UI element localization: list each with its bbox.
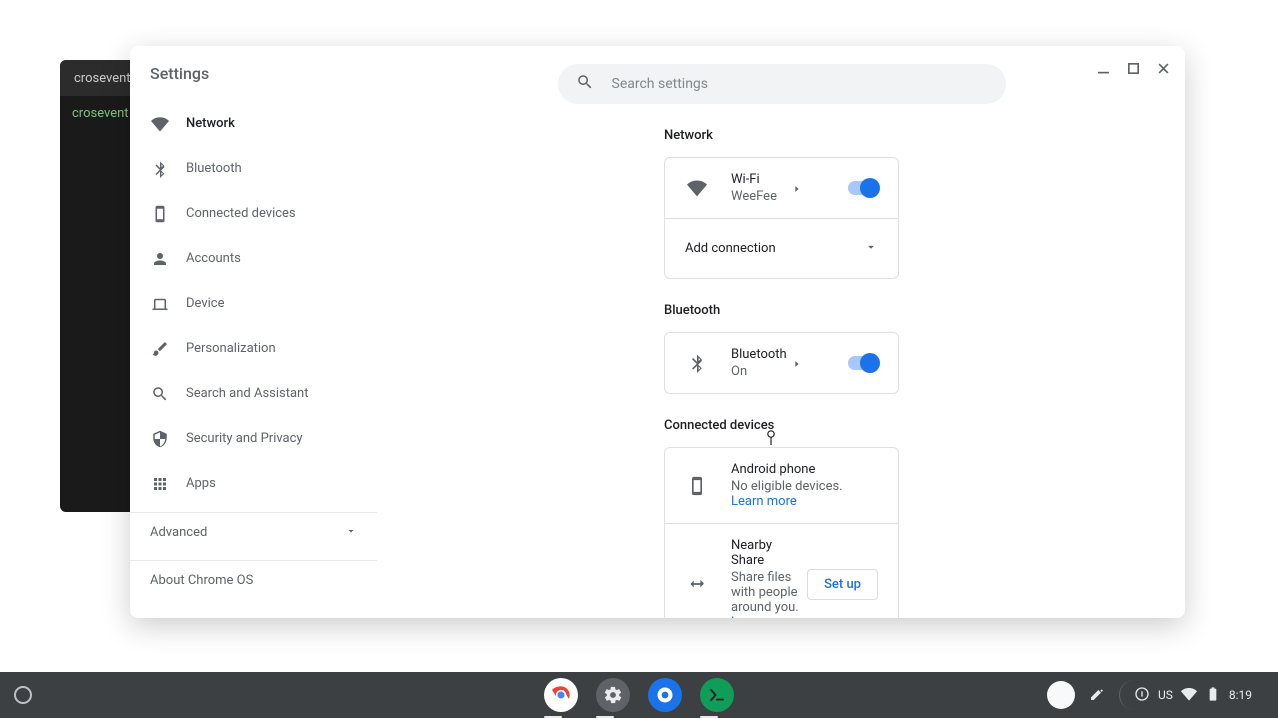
sidebar-item-device[interactable]: Device [130, 281, 377, 326]
bluetooth-icon [150, 159, 170, 179]
connected-devices-card: Android phone No eligible devices. Learn… [664, 447, 899, 618]
sidebar-item-bluetooth[interactable]: Bluetooth [130, 146, 377, 191]
notifications-icon [1134, 686, 1150, 705]
wifi-row[interactable]: Wi-Fi WeeFee [665, 158, 898, 218]
nearby-share-icon [685, 572, 709, 596]
chevron-right-icon [792, 354, 812, 373]
terminal-title: crosevents [74, 71, 137, 86]
sidebar-item-label: Personalization [186, 341, 276, 356]
app-settings[interactable] [596, 678, 630, 712]
bluetooth-card: Bluetooth On [664, 332, 899, 394]
android-phone-sub: No eligible devices. Learn more [731, 479, 878, 509]
page-title: Settings [130, 64, 377, 101]
learn-more-link[interactable]: Learn more [731, 494, 797, 509]
apps-icon [150, 474, 170, 494]
sidebar-advanced[interactable]: Advanced [130, 512, 377, 552]
android-phone-title: Android phone [731, 462, 878, 477]
sidebar-item-security-privacy[interactable]: Security and Privacy [130, 416, 377, 461]
shelf-apps [544, 678, 734, 712]
sidebar-item-personalization[interactable]: Personalization [130, 326, 377, 371]
sidebar-item-apps[interactable]: Apps [130, 461, 377, 506]
wifi-ssid: WeeFee [731, 189, 792, 204]
about-label: About Chrome OS [150, 573, 253, 588]
shelf: US 8:19 [0, 672, 1278, 718]
terminal-prompt: crosevent [72, 106, 129, 121]
sidebar-item-label: Apps [186, 476, 216, 491]
setup-button[interactable]: Set up [807, 569, 878, 600]
search-box[interactable] [558, 64, 1006, 104]
chevron-right-icon [792, 179, 812, 198]
sidebar-item-label: Security and Privacy [186, 431, 303, 446]
phone-icon [685, 474, 709, 498]
wifi-icon [685, 176, 709, 200]
app-chrome[interactable] [544, 678, 578, 712]
phone-icon [150, 204, 170, 224]
chevron-down-icon [864, 239, 878, 258]
sidebar-item-accounts[interactable]: Accounts [130, 236, 377, 281]
settings-window: Settings Network Bluetooth Connected dev… [130, 46, 1185, 618]
brush-icon [150, 339, 170, 359]
add-connection-row[interactable]: Add connection [665, 218, 898, 278]
laptop-icon [150, 294, 170, 314]
ime-indicator: US [1158, 688, 1173, 702]
section-title-network: Network [664, 128, 899, 143]
battery-tray-icon [1205, 686, 1221, 705]
bluetooth-icon [685, 351, 709, 375]
sidebar-item-label: Search and Assistant [186, 386, 309, 401]
nearby-share-title: Nearby Share [731, 538, 807, 568]
bluetooth-row[interactable]: Bluetooth On [665, 333, 898, 393]
app-files[interactable] [648, 678, 682, 712]
advanced-label: Advanced [150, 525, 207, 540]
search-icon [576, 73, 612, 95]
stylus-icon[interactable] [1089, 686, 1105, 705]
wifi-title: Wi-Fi [731, 172, 792, 187]
sidebar-about[interactable]: About Chrome OS [130, 560, 377, 588]
clock: 8:19 [1229, 688, 1252, 702]
nearby-share-row[interactable]: Nearby Share Share files with people aro… [665, 523, 898, 618]
status-area[interactable]: US 8:19 [1119, 680, 1264, 710]
main-content: Network Wi-Fi WeeFee Add connection [378, 46, 1185, 618]
person-icon [150, 249, 170, 269]
nearby-share-sub: Share files with people around you. Lear… [731, 570, 807, 618]
sidebar-item-label: Device [186, 296, 225, 311]
wifi-icon [150, 114, 170, 134]
sidebar-item-label: Bluetooth [186, 161, 242, 176]
sidebar-item-label: Connected devices [186, 206, 296, 221]
bluetooth-toggle[interactable] [848, 356, 878, 370]
sidebar-item-label: Accounts [186, 251, 241, 266]
section-title-connected: Connected devices [664, 418, 899, 433]
bluetooth-title: Bluetooth [731, 347, 792, 362]
wifi-toggle[interactable] [848, 181, 878, 195]
shield-icon [150, 429, 170, 449]
sidebar: Settings Network Bluetooth Connected dev… [130, 46, 378, 618]
learn-more-link[interactable]: Learn more [731, 615, 797, 618]
system-tray[interactable]: US 8:19 [1047, 680, 1264, 710]
section-title-bluetooth: Bluetooth [664, 303, 899, 318]
avatar[interactable] [1047, 681, 1075, 709]
network-card: Wi-Fi WeeFee Add connection [664, 157, 899, 279]
sidebar-item-label: Network [186, 116, 235, 131]
android-phone-row[interactable]: Android phone No eligible devices. Learn… [665, 448, 898, 523]
bluetooth-status: On [731, 364, 792, 379]
launcher-button[interactable] [14, 686, 32, 704]
sidebar-item-search-assistant[interactable]: Search and Assistant [130, 371, 377, 416]
app-terminal[interactable] [700, 678, 734, 712]
chevron-down-icon [345, 525, 357, 541]
add-connection-label: Add connection [685, 241, 864, 256]
sidebar-item-connected-devices[interactable]: Connected devices [130, 191, 377, 236]
search-icon [150, 384, 170, 404]
wifi-tray-icon [1181, 686, 1197, 705]
sidebar-item-network[interactable]: Network [130, 101, 377, 146]
search-input[interactable] [612, 76, 988, 92]
